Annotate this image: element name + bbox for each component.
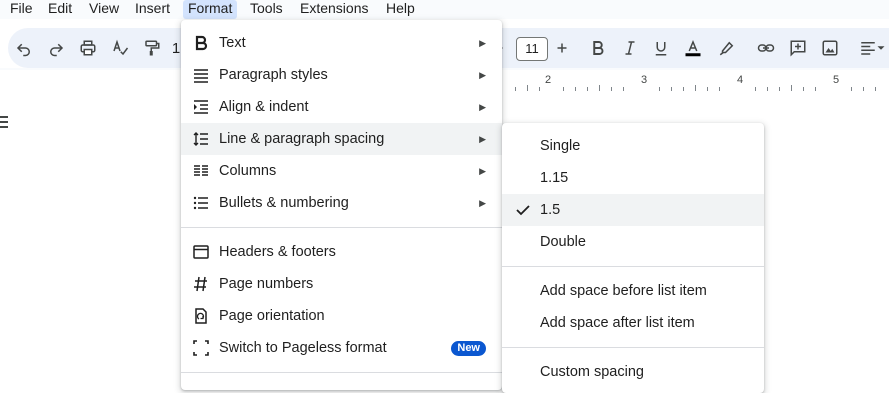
menu-item-page-orientation[interactable]: Page orientation	[181, 300, 502, 332]
menu-separator	[181, 372, 502, 373]
ruler-tick	[539, 87, 540, 91]
ruler-tick	[575, 87, 576, 91]
line-spacing-submenu: Single 1.15 1.5 Double Add space before …	[502, 123, 764, 393]
header-footer-icon	[193, 244, 209, 260]
ruler-tick	[863, 87, 864, 91]
format-menu: Text ▶ Paragraph styles ▶ Align & indent…	[181, 20, 502, 390]
add-comment-icon[interactable]	[786, 36, 810, 60]
font-size-input[interactable]: 11	[516, 37, 548, 61]
text-color-icon[interactable]	[681, 36, 705, 60]
paragraph-styles-icon	[193, 67, 209, 83]
ruler-tick	[851, 87, 852, 91]
menu-insert[interactable]: Insert	[130, 0, 175, 19]
document-outline-icon[interactable]	[0, 114, 10, 135]
menu-separator	[181, 227, 502, 228]
ruler-tick	[791, 85, 792, 91]
ruler-tick	[719, 87, 720, 91]
indent-icon	[193, 99, 209, 115]
italic-icon[interactable]	[618, 36, 642, 60]
columns-icon	[193, 163, 209, 179]
new-badge: New	[451, 341, 486, 356]
menu-item-headers-footers[interactable]: Headers & footers	[181, 236, 502, 268]
print-icon[interactable]	[76, 36, 100, 60]
spacing-option-double[interactable]: Double	[502, 226, 764, 258]
submenu-arrow-icon: ▶	[479, 38, 486, 48]
ruler-label: 4	[737, 74, 744, 86]
submenu-arrow-icon: ▶	[479, 70, 486, 80]
increase-font-icon[interactable]	[550, 36, 574, 60]
menu-separator	[502, 347, 764, 348]
insert-image-icon[interactable]	[818, 36, 842, 60]
ruler-tick	[803, 87, 804, 91]
ruler-tick	[563, 87, 564, 91]
custom-spacing[interactable]: Custom spacing	[502, 356, 764, 388]
menu-item-bullets-numbering[interactable]: Bullets & numbering ▶	[181, 187, 502, 219]
undo-icon[interactable]	[12, 36, 36, 60]
ruler-tick	[767, 87, 768, 91]
bold-icon[interactable]	[586, 36, 610, 60]
menu-item-align-indent[interactable]: Align & indent ▶	[181, 91, 502, 123]
submenu-arrow-icon: ▶	[479, 166, 486, 176]
ruler-tick	[659, 87, 660, 91]
submenu-arrow-icon: ▶	[479, 198, 486, 208]
bulleted-list-icon	[193, 195, 209, 211]
submenu-arrow-icon: ▶	[479, 102, 486, 112]
spellcheck-icon[interactable]	[108, 36, 132, 60]
ruler-tick	[755, 87, 756, 91]
spacing-option-single[interactable]: Single	[502, 130, 764, 162]
ruler-tick	[683, 87, 684, 91]
menu-item-columns[interactable]: Columns ▶	[181, 155, 502, 187]
menu-format[interactable]: Format	[183, 0, 238, 19]
submenu-arrow-icon: ▶	[479, 134, 486, 144]
ruler-label: 2	[545, 74, 552, 86]
add-space-after-list-item[interactable]: Add space after list item	[502, 307, 764, 339]
hash-icon	[193, 276, 209, 292]
chevron-down-icon[interactable]	[874, 36, 888, 60]
pageless-icon	[193, 340, 209, 356]
menu-view[interactable]: View	[84, 0, 124, 19]
ruler-tick	[623, 87, 624, 91]
bold-icon	[193, 35, 209, 51]
ruler-label: 5	[833, 74, 840, 86]
menu-edit[interactable]: Edit	[43, 0, 77, 19]
highlight-color-icon[interactable]	[715, 36, 739, 60]
menu-extensions[interactable]: Extensions	[295, 0, 373, 19]
menu-item-paragraph-styles[interactable]: Paragraph styles ▶	[181, 59, 502, 91]
ruler-tick	[587, 87, 588, 91]
line-spacing-icon	[193, 131, 209, 147]
ruler-tick	[611, 87, 612, 91]
menu-bar: File Edit View Insert Format Tools Exten…	[0, 0, 889, 19]
ruler-tick	[515, 87, 516, 91]
page-orientation-icon	[193, 308, 209, 324]
menu-item-page-numbers[interactable]: Page numbers	[181, 268, 502, 300]
paint-format-icon[interactable]	[140, 36, 164, 60]
underline-icon[interactable]	[649, 36, 673, 60]
checkmark-icon	[516, 205, 530, 216]
insert-link-icon[interactable]	[754, 36, 778, 60]
ruler-tick	[815, 87, 816, 91]
menu-item-line-paragraph-spacing[interactable]: Line & paragraph spacing ▶	[181, 123, 502, 155]
ruler-tick	[875, 87, 876, 91]
menu-item-text[interactable]: Text ▶	[181, 27, 502, 59]
ruler-tick	[779, 87, 780, 91]
menu-separator	[502, 266, 764, 267]
ruler-tick	[695, 85, 696, 91]
menu-tools[interactable]: Tools	[245, 0, 288, 19]
spacing-option-1-15[interactable]: 1.15	[502, 162, 764, 194]
spacing-option-1-5[interactable]: 1.5	[502, 194, 764, 226]
add-space-before-list-item[interactable]: Add space before list item	[502, 275, 764, 307]
menu-help[interactable]: Help	[381, 0, 420, 19]
ruler-label: 3	[641, 74, 648, 86]
ruler-tick	[527, 85, 528, 91]
ruler-tick	[671, 87, 672, 91]
menu-item-switch-pageless[interactable]: Switch to Pageless format New	[181, 332, 502, 364]
menu-file[interactable]: File	[5, 0, 38, 19]
ruler-tick	[599, 85, 600, 91]
redo-icon[interactable]	[44, 36, 68, 60]
ruler-tick	[707, 87, 708, 91]
